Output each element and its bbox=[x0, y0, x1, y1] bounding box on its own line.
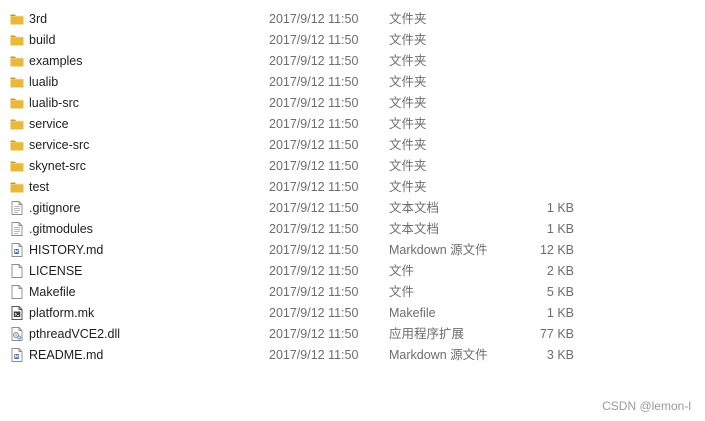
file-name: service-src bbox=[29, 138, 90, 152]
file-type: 文件夹 bbox=[389, 96, 427, 110]
file-row[interactable]: .gitignore 2017/9/12 11:50 文本文档 1 KB bbox=[0, 198, 705, 219]
folder-icon bbox=[9, 137, 25, 153]
file-type: 文件夹 bbox=[389, 54, 427, 68]
file-date-modified: 2017/9/12 11:50 bbox=[269, 180, 359, 194]
file-size: 5 KB bbox=[546, 285, 574, 299]
file-type: Markdown 源文件 bbox=[389, 243, 488, 257]
file-row[interactable]: .gitmodules 2017/9/12 11:50 文本文档 1 KB bbox=[0, 219, 705, 240]
markdown-file-icon bbox=[9, 242, 25, 258]
file-date-modified: 2017/9/12 11:50 bbox=[269, 33, 359, 47]
file-row[interactable]: lualib-src 2017/9/12 11:50 文件夹 bbox=[0, 93, 705, 114]
text-document-icon bbox=[9, 221, 25, 237]
file-size: 1 KB bbox=[546, 222, 574, 236]
file-name: lualib-src bbox=[29, 96, 80, 110]
file-row[interactable]: platform.mk 2017/9/12 11:50 Makefile 1 K… bbox=[0, 303, 705, 324]
folder-icon bbox=[9, 11, 25, 27]
file-type: 文件夹 bbox=[389, 12, 427, 26]
file-row[interactable]: skynet-src 2017/9/12 11:50 文件夹 bbox=[0, 156, 705, 177]
file-type: 文件 bbox=[389, 285, 415, 299]
folder-icon bbox=[9, 158, 25, 174]
file-row[interactable]: README.md 2017/9/12 11:50 Markdown 源文件 3… bbox=[0, 345, 705, 366]
file-row[interactable]: examples 2017/9/12 11:50 文件夹 bbox=[0, 51, 705, 72]
file-name: .gitmodules bbox=[29, 222, 93, 236]
file-row[interactable]: 3rd 2017/9/12 11:50 文件夹 bbox=[0, 9, 705, 30]
file-name: pthreadVCE2.dll bbox=[29, 327, 121, 341]
folder-icon bbox=[9, 32, 25, 48]
file-date-modified: 2017/9/12 11:50 bbox=[269, 138, 359, 152]
dll-file-icon bbox=[9, 326, 25, 342]
folder-icon bbox=[9, 116, 25, 132]
file-date-modified: 2017/9/12 11:50 bbox=[269, 243, 359, 257]
text-document-icon bbox=[9, 200, 25, 216]
file-name: test bbox=[29, 180, 50, 194]
file-size: 77 KB bbox=[539, 327, 574, 341]
file-row[interactable]: Makefile 2017/9/12 11:50 文件 5 KB bbox=[0, 282, 705, 303]
file-date-modified: 2017/9/12 11:50 bbox=[269, 75, 359, 89]
file-date-modified: 2017/9/12 11:50 bbox=[269, 285, 359, 299]
file-name: platform.mk bbox=[29, 306, 95, 320]
file-type: Markdown 源文件 bbox=[389, 348, 488, 362]
file-size: 12 KB bbox=[539, 243, 574, 257]
file-name: examples bbox=[29, 54, 83, 68]
file-type: 文件夹 bbox=[389, 75, 427, 89]
markdown-file-icon bbox=[9, 347, 25, 363]
file-date-modified: 2017/9/12 11:50 bbox=[269, 348, 359, 362]
file-date-modified: 2017/9/12 11:50 bbox=[269, 306, 359, 320]
file-name: build bbox=[29, 33, 56, 47]
file-type: 文本文档 bbox=[389, 222, 440, 236]
file-row[interactable]: LICENSE 2017/9/12 11:50 文件 2 KB bbox=[0, 261, 705, 282]
folder-icon bbox=[9, 53, 25, 69]
file-name: skynet-src bbox=[29, 159, 86, 173]
file-size: 3 KB bbox=[546, 348, 574, 362]
file-size: 2 KB bbox=[546, 264, 574, 278]
file-name: .gitignore bbox=[29, 201, 81, 215]
file-name: README.md bbox=[29, 348, 104, 362]
file-type: 应用程序扩展 bbox=[389, 327, 465, 341]
file-date-modified: 2017/9/12 11:50 bbox=[269, 201, 359, 215]
file-date-modified: 2017/9/12 11:50 bbox=[269, 327, 359, 341]
file-row[interactable]: HISTORY.md 2017/9/12 11:50 Markdown 源文件 … bbox=[0, 240, 705, 261]
file-date-modified: 2017/9/12 11:50 bbox=[269, 222, 359, 236]
file-type: Makefile bbox=[389, 306, 436, 320]
file-row[interactable]: service-src 2017/9/12 11:50 文件夹 bbox=[0, 135, 705, 156]
file-name: Makefile bbox=[29, 285, 76, 299]
file-name: service bbox=[29, 117, 69, 131]
blank-file-icon bbox=[9, 284, 25, 300]
file-type: 文件 bbox=[389, 264, 415, 278]
file-type: 文本文档 bbox=[389, 201, 440, 215]
folder-icon bbox=[9, 74, 25, 90]
file-row[interactable]: lualib 2017/9/12 11:50 文件夹 bbox=[0, 72, 705, 93]
file-date-modified: 2017/9/12 11:50 bbox=[269, 96, 359, 110]
file-name: HISTORY.md bbox=[29, 243, 104, 257]
file-type: 文件夹 bbox=[389, 159, 427, 173]
file-type: 文件夹 bbox=[389, 180, 427, 194]
file-date-modified: 2017/9/12 11:50 bbox=[269, 54, 359, 68]
file-list: 3rd 2017/9/12 11:50 文件夹 build 2017/9/12 … bbox=[0, 9, 705, 366]
file-size: 1 KB bbox=[546, 306, 574, 320]
watermark: CSDN @lemon-l bbox=[602, 399, 691, 413]
file-row[interactable]: build 2017/9/12 11:50 文件夹 bbox=[0, 30, 705, 51]
file-date-modified: 2017/9/12 11:50 bbox=[269, 159, 359, 173]
file-date-modified: 2017/9/12 11:50 bbox=[269, 117, 359, 131]
makefile-icon bbox=[9, 305, 25, 321]
file-date-modified: 2017/9/12 11:50 bbox=[269, 264, 359, 278]
blank-file-icon bbox=[9, 263, 25, 279]
file-type: 文件夹 bbox=[389, 33, 427, 47]
file-row[interactable]: test 2017/9/12 11:50 文件夹 bbox=[0, 177, 705, 198]
file-size: 1 KB bbox=[546, 201, 574, 215]
file-type: 文件夹 bbox=[389, 138, 427, 152]
file-name: lualib bbox=[29, 75, 59, 89]
file-date-modified: 2017/9/12 11:50 bbox=[269, 12, 359, 26]
file-name: 3rd bbox=[29, 12, 48, 26]
folder-icon bbox=[9, 95, 25, 111]
file-name: LICENSE bbox=[29, 264, 83, 278]
folder-icon bbox=[9, 179, 25, 195]
file-type: 文件夹 bbox=[389, 117, 427, 131]
file-row[interactable]: service 2017/9/12 11:50 文件夹 bbox=[0, 114, 705, 135]
file-row[interactable]: pthreadVCE2.dll 2017/9/12 11:50 应用程序扩展 7… bbox=[0, 324, 705, 345]
